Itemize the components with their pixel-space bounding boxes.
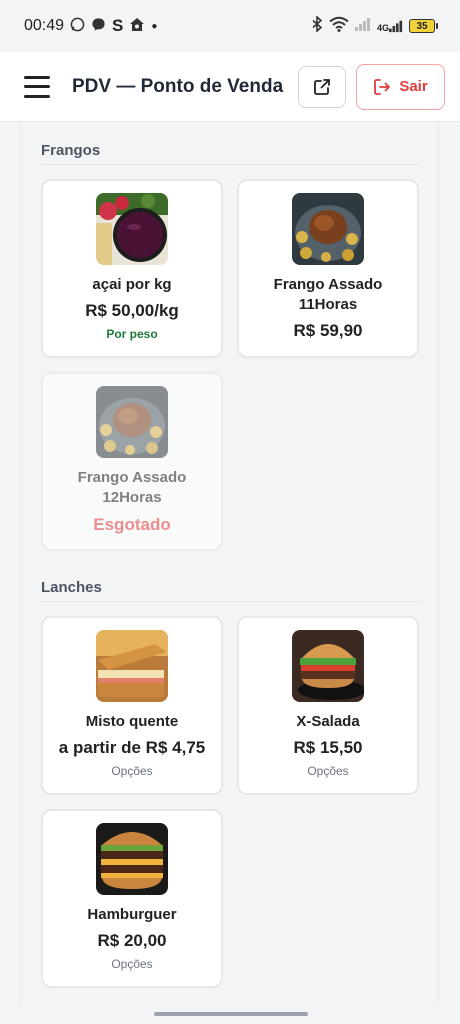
product-card-hamburguer[interactable]: Hamburguer R$ 20,00 Opções [41, 809, 223, 988]
s-app-icon: S [112, 16, 124, 35]
product-name: Hamburguer [87, 906, 177, 923]
product-price: R$ 15,50 [293, 738, 363, 757]
product-name: Misto quente [85, 713, 179, 730]
product-image-frango-11horas [292, 193, 364, 265]
product-card-frango-12horas[interactable]: Frango Assado 12Horas Esgotado [41, 372, 223, 551]
section-title: Lanches [41, 559, 418, 602]
product-catalog: Frangos açai por kg R$ 50,00/kg Por peso… [20, 122, 439, 1004]
hamburger-icon[interactable] [24, 75, 50, 98]
product-image-acai [96, 193, 168, 265]
product-price: R$ 20,00 [97, 931, 167, 950]
product-grid: açai por kg R$ 50,00/kg Por peso Frango … [41, 179, 419, 551]
navigation-gesture-bar [0, 1004, 460, 1024]
product-price: R$ 50,00/kg [85, 301, 179, 320]
battery-level: 35 [409, 19, 435, 33]
status-bar: 00:49 S ● 4G 35 [0, 0, 460, 52]
options-label: Opções [307, 764, 349, 778]
product-name: açai por kg [92, 276, 172, 293]
product-name: X-Salada [296, 713, 360, 730]
battery-icon: 35 [409, 19, 438, 33]
section-frangos: Frangos açai por kg R$ 50,00/kg Por peso… [21, 122, 438, 551]
product-grid: Misto quente a partir de R$ 4,75 Opções [41, 616, 419, 988]
logout-label: Sair [399, 78, 428, 95]
product-name: Frango Assado 12Horas [77, 469, 187, 506]
external-link-icon [314, 78, 330, 95]
product-card-misto-quente[interactable]: Misto quente a partir de R$ 4,75 Opções [41, 616, 223, 795]
whatsapp-icon [70, 17, 85, 35]
bluetooth-icon [312, 14, 323, 37]
product-image-frango-12horas [96, 386, 168, 458]
status-left: 00:49 S ● [24, 16, 157, 36]
4g-signal-icon: 4G [377, 19, 403, 33]
product-name: Frango Assado 11Horas [273, 276, 383, 313]
page-title: PDV — Ponto de Venda [72, 75, 284, 97]
logout-button[interactable]: Sair [356, 63, 445, 110]
status-time: 00:49 [24, 17, 65, 34]
network-label: 4G [376, 23, 389, 33]
product-card-acai[interactable]: açai por kg R$ 50,00/kg Por peso [41, 179, 223, 358]
logout-icon [374, 78, 391, 95]
home-gesture-handle[interactable] [154, 1012, 308, 1016]
product-image-x-salada [292, 630, 364, 702]
app-header: PDV — Ponto de Venda Sair [0, 52, 460, 122]
product-image-misto-quente [96, 630, 168, 702]
open-external-button[interactable] [298, 65, 346, 108]
messenger-icon [91, 17, 106, 35]
dot-icon: ● [151, 20, 158, 32]
product-card-frango-11horas[interactable]: Frango Assado 11Horas R$ 59,90 [237, 179, 419, 358]
product-price: R$ 59,90 [293, 321, 363, 340]
options-label: Opções [111, 957, 153, 971]
signal-icon [354, 17, 371, 36]
section-lanches: Lanches Misto quente a partir de R$ 4,75… [21, 551, 438, 988]
weight-badge: Por peso [106, 327, 158, 341]
product-card-x-salada[interactable]: X-Salada R$ 15,50 Opções [237, 616, 419, 795]
options-label: Opções [111, 764, 153, 778]
home-icon [129, 17, 145, 35]
status-right: 4G 35 [312, 14, 438, 37]
product-image-hamburguer [96, 823, 168, 895]
section-title: Frangos [41, 122, 418, 165]
wifi-icon [329, 16, 349, 37]
product-price: a partir de R$ 4,75 [58, 738, 206, 757]
out-of-stock-label: Esgotado [93, 515, 171, 534]
